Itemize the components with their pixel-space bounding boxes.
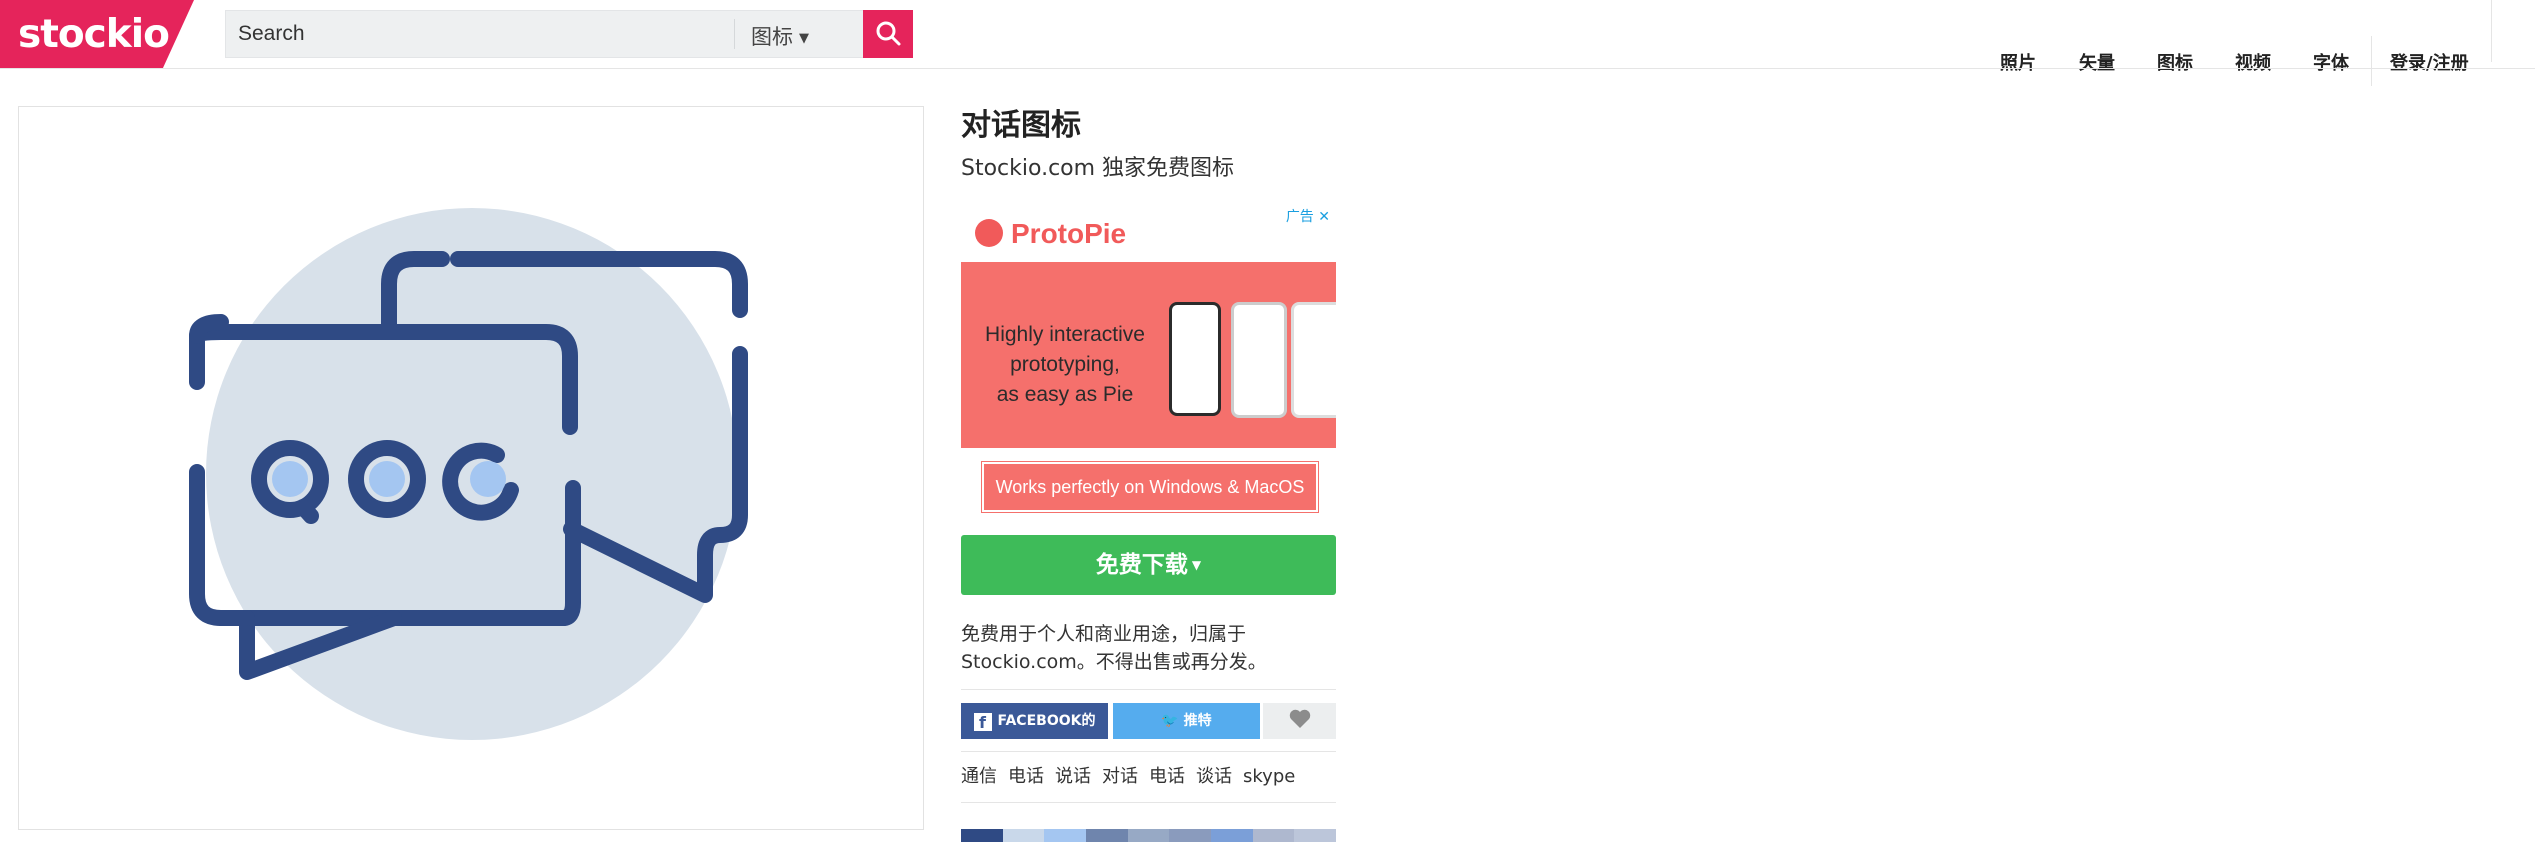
license-text: 免费用于个人和商业用途，归属于 Stockio.com。不得出售或再分发。 bbox=[961, 623, 1267, 673]
palette-swatch[interactable] bbox=[1211, 829, 1253, 842]
chevron-down-icon: ▼ bbox=[799, 31, 809, 46]
palette-swatch[interactable] bbox=[1169, 829, 1212, 842]
phone-mockup bbox=[1291, 302, 1336, 418]
header-divider bbox=[0, 68, 2535, 69]
tag-link[interactable]: skype bbox=[1243, 766, 1295, 787]
stockio-logo[interactable]: stockio bbox=[0, 0, 194, 68]
nav-photos[interactable]: 照片 bbox=[2000, 49, 2036, 75]
nav-fonts[interactable]: 字体 bbox=[2313, 49, 2349, 75]
search-type-dropdown[interactable]: 图标 ▼ bbox=[751, 21, 809, 51]
nav-divider bbox=[2371, 36, 2372, 86]
twitter-share-label: 推特 bbox=[1183, 713, 1212, 729]
search-divider bbox=[734, 19, 735, 49]
ad-headline-line: prototyping, bbox=[1010, 353, 1120, 376]
divider bbox=[961, 689, 1336, 690]
free-download-button[interactable]: 免费下载 ▼ bbox=[961, 535, 1336, 595]
tag-link[interactable]: 对话 bbox=[1102, 766, 1138, 787]
tag-link[interactable]: 说话 bbox=[1055, 766, 1091, 787]
download-label: 免费下载 bbox=[1095, 552, 1188, 578]
twitter-share-button[interactable]: 🐦 推特 bbox=[1113, 703, 1260, 739]
ad-image: Highly interactive prototyping, as easy … bbox=[961, 262, 1336, 448]
color-palette bbox=[961, 829, 1337, 842]
facebook-icon: f bbox=[973, 713, 992, 732]
chat-bubbles-icon bbox=[189, 208, 748, 740]
divider bbox=[961, 802, 1336, 803]
ad-headline: Highly interactive prototyping, as easy … bbox=[975, 320, 1155, 410]
ad-brand: ProtoPie bbox=[975, 218, 1126, 250]
ad-banner[interactable]: 广告 ✕ ProtoPie Highly interactive prototy… bbox=[961, 204, 1336, 514]
ad-label[interactable]: 广告 ✕ bbox=[1286, 206, 1330, 226]
tag-list: 通信 电话 说话 对话 电话 谈话 skype bbox=[961, 762, 1306, 788]
nav-vectors[interactable]: 矢量 bbox=[2079, 49, 2115, 75]
header: stockio 图标 ▼ 照片 矢量 图标 视频 字体 登录/注册 bbox=[0, 0, 2535, 86]
facebook-share-label: FACEBOOK的 bbox=[997, 713, 1096, 729]
protopie-logo-icon bbox=[975, 219, 1003, 247]
ad-label-text: 广告 bbox=[1285, 209, 1314, 225]
facebook-share-button[interactable]: f FACEBOOK的 bbox=[961, 703, 1108, 739]
icon-title: 对话图标 bbox=[961, 108, 1081, 143]
close-icon[interactable]: ✕ bbox=[1318, 209, 1330, 225]
favorite-button[interactable] bbox=[1263, 703, 1336, 739]
palette-swatch[interactable] bbox=[1252, 829, 1295, 842]
palette-swatch[interactable] bbox=[1044, 829, 1087, 842]
tag-link[interactable]: 电话 bbox=[1149, 766, 1185, 787]
search-input[interactable] bbox=[226, 11, 731, 57]
palette-swatch[interactable] bbox=[1002, 829, 1045, 842]
palette-swatch[interactable] bbox=[961, 829, 1003, 842]
twitter-icon: 🐦 bbox=[1161, 713, 1179, 729]
icon-preview bbox=[18, 106, 924, 830]
phone-mockup bbox=[1169, 302, 1221, 416]
ad-cta-button[interactable]: Works perfectly on Windows & MacOS bbox=[982, 462, 1318, 512]
nav-login-register[interactable]: 登录/注册 bbox=[2390, 49, 2469, 75]
tag-link[interactable]: 电话 bbox=[1008, 766, 1044, 787]
ad-headline-line: as easy as Pie bbox=[996, 383, 1134, 406]
nav-divider-right bbox=[2491, 0, 2492, 62]
tag-link[interactable]: 谈话 bbox=[1196, 766, 1232, 787]
icon-subtitle: Stockio.com 独家免费图标 bbox=[961, 156, 1235, 181]
tag-link[interactable]: 通信 bbox=[961, 766, 997, 787]
divider bbox=[961, 751, 1336, 752]
palette-swatch[interactable] bbox=[1127, 829, 1170, 842]
heart-icon bbox=[1289, 709, 1310, 728]
search-button[interactable] bbox=[863, 10, 913, 58]
chevron-down-icon: ▼ bbox=[1191, 558, 1202, 572]
ad-headline-line: Highly interactive bbox=[985, 323, 1145, 346]
palette-swatch[interactable] bbox=[1086, 829, 1128, 842]
search-icon bbox=[876, 21, 901, 46]
nav-icons[interactable]: 图标 bbox=[2157, 49, 2193, 75]
phone-mockup bbox=[1231, 302, 1287, 418]
search-box: 图标 ▼ bbox=[225, 10, 865, 58]
palette-swatch[interactable] bbox=[1294, 829, 1337, 842]
search-type-label: 图标 bbox=[751, 25, 793, 49]
nav-videos[interactable]: 视频 bbox=[2235, 49, 2271, 75]
ad-brand-text: ProtoPie bbox=[1011, 218, 1127, 249]
logo-text: stockio bbox=[18, 12, 170, 57]
